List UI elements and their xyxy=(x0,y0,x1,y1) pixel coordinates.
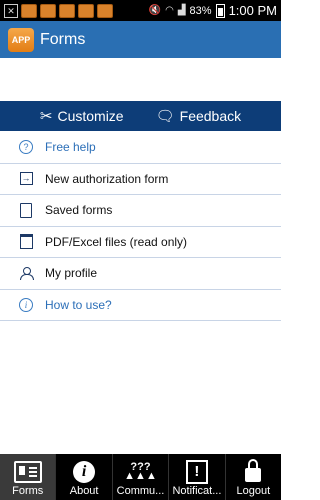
nav-label: Logout xyxy=(236,485,271,497)
menu-item-pdf-excel-files[interactable]: PDF/Excel files (read only) xyxy=(0,227,281,258)
notification-icons: ✕ xyxy=(0,3,113,18)
menu-item-free-help[interactable]: ? Free help xyxy=(0,132,281,164)
menu-item-label: How to use? xyxy=(45,297,112,312)
banner-area xyxy=(0,58,281,101)
feedback-label: Feedback xyxy=(179,108,242,124)
nav-label: Forms xyxy=(12,485,44,497)
nav-label: Commu... xyxy=(116,485,165,497)
wifi-icon: ◠ xyxy=(165,5,174,16)
menu-list: ? Free help → New authorization form Sav… xyxy=(0,132,281,321)
menu-item-label: Saved forms xyxy=(45,203,113,218)
mute-icon: 🔇 xyxy=(148,5,162,16)
nav-forms[interactable]: Forms xyxy=(0,454,57,500)
battery-percent: 83% xyxy=(189,4,212,17)
menu-item-label: My profile xyxy=(45,266,98,281)
status-bar: ✕ 🔇 ◠ ▟ 83% 1:00 PM xyxy=(0,0,281,21)
menu-item-new-authorization-form[interactable]: → New authorization form xyxy=(0,164,281,195)
clock: 1:00 PM xyxy=(228,3,277,18)
info-circle-icon: i xyxy=(19,297,33,312)
app-notification-icon xyxy=(59,3,75,18)
forms-icon xyxy=(13,461,42,483)
bottom-navigation: Forms i About ??? ▲▲▲ Commu... ! Notifica… xyxy=(0,454,281,500)
app-notification-icon xyxy=(40,3,56,18)
notification-icon: ! xyxy=(185,460,208,484)
nav-logout[interactable]: Logout xyxy=(226,454,281,500)
pdf-file-icon xyxy=(19,234,33,250)
menu-item-my-profile[interactable]: My profile xyxy=(0,258,281,290)
feedback-button[interactable]: 🗨 Feedback xyxy=(156,107,242,125)
lock-icon xyxy=(245,459,262,482)
nav-label: About xyxy=(69,485,99,497)
app-notification-icon xyxy=(21,3,37,18)
menu-item-label: Free help xyxy=(45,140,96,155)
menu-item-how-to-use[interactable]: i How to use? xyxy=(0,290,281,321)
help-circle-icon: ? xyxy=(19,140,33,155)
nav-about[interactable]: i About xyxy=(56,454,113,500)
arrow-right-box-icon: → xyxy=(19,172,33,186)
app-notification-icon xyxy=(78,3,94,18)
action-bar: ✂ Customize 🗨 Feedback xyxy=(0,101,281,131)
battery-icon xyxy=(215,3,225,18)
nav-community[interactable]: ??? ▲▲▲ Commu... xyxy=(113,454,170,500)
menu-item-label: New authorization form xyxy=(45,171,169,186)
app-bar: APP Forms xyxy=(0,21,281,58)
customize-label: Customize xyxy=(57,108,124,124)
document-icon xyxy=(19,202,33,218)
nav-label: Notificat... xyxy=(172,485,222,497)
menu-item-saved-forms[interactable]: Saved forms xyxy=(0,195,281,227)
signal-icon: ▟ xyxy=(177,5,186,16)
customize-button[interactable]: ✂ Customize xyxy=(40,107,124,125)
close-notification-icon: ✕ xyxy=(4,3,18,18)
nav-notifications[interactable]: ! Notificat... xyxy=(169,454,226,500)
app-title: Forms xyxy=(40,30,86,48)
app-logo-icon[interactable]: APP xyxy=(8,27,34,52)
menu-item-label: PDF/Excel files (read only) xyxy=(45,234,188,249)
person-icon xyxy=(19,266,34,280)
speech-bubble-icon: 🗨 xyxy=(155,108,175,125)
community-icon: ??? ▲▲▲ xyxy=(124,461,157,482)
app-notification-icon xyxy=(97,3,113,18)
info-icon: i xyxy=(73,461,96,483)
tools-icon: ✂ xyxy=(39,108,53,125)
